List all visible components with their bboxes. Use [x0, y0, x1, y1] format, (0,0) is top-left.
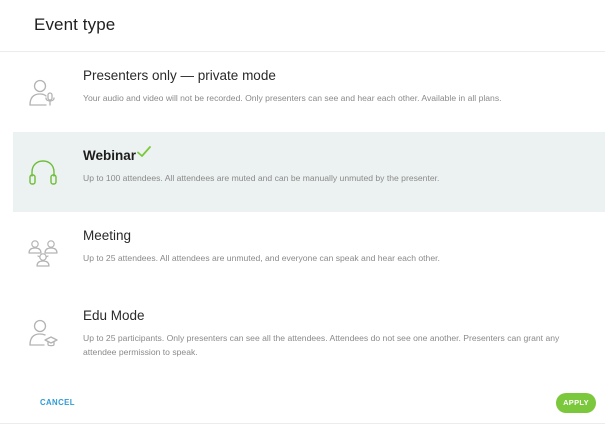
option-description: Your audio and video will not be recorde… [83, 93, 502, 103]
option-description: Up to 25 participants. Only presenters c… [83, 333, 560, 357]
option-meeting[interactable]: Meeting Up to 25 attendees. All attendee… [13, 212, 605, 292]
apply-button[interactable]: APPLY [556, 393, 596, 413]
cancel-button[interactable]: CANCEL [40, 398, 75, 407]
checkmark-icon [136, 144, 152, 160]
headphones-icon [26, 156, 60, 190]
option-description: Up to 100 attendees. All attendees are m… [83, 173, 440, 183]
group-people-icon [26, 236, 60, 270]
option-label: Webinar [83, 148, 137, 163]
option-description: Up to 25 attendees. All attendees are un… [83, 253, 440, 263]
page-title: Event type [34, 15, 116, 34]
option-presenters-only[interactable]: Presenters only — private mode Your audi… [13, 52, 605, 132]
option-edu-mode[interactable]: Edu Mode Up to 25 participants. Only pre… [13, 292, 605, 372]
option-label: Presenters only — private mode [83, 68, 276, 83]
graduate-person-icon [26, 316, 60, 350]
option-label: Meeting [83, 228, 132, 243]
option-webinar[interactable]: Webinar Up to 100 attendees. All attende… [13, 132, 605, 212]
option-label: Edu Mode [83, 308, 145, 323]
presenter-mic-icon [26, 76, 60, 110]
